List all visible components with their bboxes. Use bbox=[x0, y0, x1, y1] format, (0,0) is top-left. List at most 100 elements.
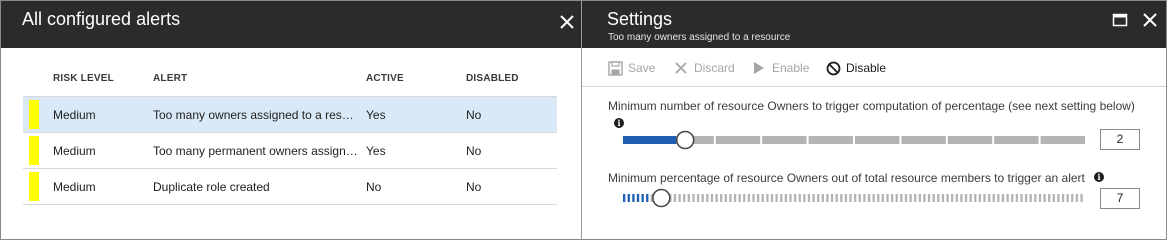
slider-tick bbox=[960, 194, 963, 202]
discard-button[interactable]: Discard bbox=[673, 60, 735, 76]
slider-segment bbox=[947, 136, 993, 144]
alert-name-cell: Duplicate role created bbox=[153, 180, 270, 194]
slider-tick bbox=[1080, 194, 1083, 202]
slider-tick bbox=[738, 194, 741, 202]
slider-tick bbox=[692, 194, 695, 202]
slider-tick bbox=[997, 194, 1000, 202]
slider-tick bbox=[1020, 194, 1023, 202]
discard-label: Discard bbox=[694, 61, 735, 75]
alerts-table: RISK LEVEL ALERT ACTIVE DISABLED Medium … bbox=[23, 63, 557, 205]
slider-tick bbox=[914, 194, 917, 202]
slider-tick bbox=[724, 194, 727, 202]
enable-label: Enable bbox=[772, 61, 810, 75]
alerts-blade: All configured alerts RISK LEVEL ALERT A… bbox=[1, 1, 581, 239]
slider-thumb[interactable] bbox=[652, 188, 671, 208]
slider-tick bbox=[636, 194, 640, 202]
slider-tick bbox=[867, 194, 871, 202]
slider-tick bbox=[715, 194, 718, 202]
close-icon bbox=[1143, 13, 1157, 27]
slider-tick bbox=[673, 194, 677, 202]
info-icon[interactable]: i bbox=[614, 118, 624, 128]
risk-level-cell: Medium bbox=[53, 108, 96, 122]
slider-tick bbox=[752, 194, 755, 202]
close-settings-blade-button[interactable] bbox=[1139, 9, 1161, 31]
slider-tick bbox=[927, 194, 931, 202]
slider-tick bbox=[641, 194, 644, 202]
save-button[interactable]: Save bbox=[607, 60, 655, 76]
settings-blade-header: Settings Too many owners assigned to a r… bbox=[582, 1, 1166, 48]
slider-tick bbox=[900, 194, 903, 202]
alerts-blade-header: All configured alerts bbox=[1, 1, 581, 48]
slider-tick bbox=[775, 194, 778, 202]
slider-tick bbox=[951, 194, 954, 202]
owner-count-input[interactable]: 2 bbox=[1100, 129, 1140, 150]
maximize-icon bbox=[1112, 13, 1128, 27]
slider-tick bbox=[793, 194, 797, 202]
slider-tick bbox=[1057, 194, 1060, 202]
slider-tick bbox=[623, 194, 626, 202]
slider-tick bbox=[974, 194, 977, 202]
slider-tick bbox=[710, 194, 714, 202]
alert-name-cell: Too many owners assigned to a resource bbox=[153, 108, 358, 122]
command-bar: Save Discard Enable Disable bbox=[582, 49, 1166, 87]
info-icon[interactable]: i bbox=[1094, 172, 1104, 182]
close-alerts-blade-button[interactable] bbox=[556, 11, 578, 33]
settings-blade-title: Settings bbox=[607, 9, 673, 29]
table-row[interactable]: Medium Too many owners assigned to a res… bbox=[23, 97, 557, 133]
slider-segment bbox=[808, 136, 853, 144]
slider-segment bbox=[762, 136, 807, 144]
slider-tick bbox=[706, 194, 709, 202]
slider-tick bbox=[987, 194, 991, 202]
disabled-cell: No bbox=[466, 108, 482, 122]
column-active[interactable]: ACTIVE bbox=[366, 73, 404, 84]
slider-thumb[interactable] bbox=[675, 130, 695, 150]
slider-fill bbox=[623, 136, 677, 144]
settings-blade: Settings Too many owners assigned to a r… bbox=[582, 1, 1166, 239]
slider-tick bbox=[770, 194, 774, 202]
slider-tick bbox=[821, 194, 824, 202]
risk-level-cell: Medium bbox=[53, 180, 96, 194]
column-risk-level[interactable]: RISK LEVEL bbox=[53, 73, 114, 84]
slider-tick bbox=[1071, 194, 1074, 202]
table-row[interactable]: Medium Too many permanent owners assigne… bbox=[23, 133, 557, 169]
slider-tick bbox=[964, 194, 968, 202]
discard-icon bbox=[673, 60, 689, 76]
slider-tick bbox=[886, 194, 889, 202]
slider-tick bbox=[840, 194, 843, 202]
slider-tick bbox=[992, 194, 995, 202]
slider-tick bbox=[946, 194, 949, 202]
slider-tick bbox=[918, 194, 921, 202]
slider-tick bbox=[803, 194, 806, 202]
disable-button[interactable]: Disable bbox=[825, 60, 886, 76]
slider-tick bbox=[627, 194, 630, 202]
slider-tick bbox=[701, 194, 704, 202]
maximize-button[interactable] bbox=[1112, 13, 1128, 27]
disable-label: Disable bbox=[846, 61, 887, 75]
enable-button[interactable]: Enable bbox=[751, 60, 809, 76]
slider-tick bbox=[872, 194, 875, 202]
owner-count-slider[interactable] bbox=[623, 130, 1088, 150]
slider-tick bbox=[1061, 194, 1065, 202]
slider-tick bbox=[844, 194, 848, 202]
slider-tick bbox=[826, 194, 829, 202]
slider-tick bbox=[1043, 194, 1046, 202]
slider-tick bbox=[932, 194, 935, 202]
slider-tick bbox=[904, 194, 908, 202]
slider-tick bbox=[895, 194, 898, 202]
slider-tick bbox=[881, 194, 885, 202]
table-row[interactable]: Medium Duplicate role created No No bbox=[23, 169, 557, 205]
slider-tick bbox=[854, 194, 857, 202]
column-alert[interactable]: ALERT bbox=[153, 73, 187, 84]
owner-percentage-input[interactable]: 7 bbox=[1100, 188, 1140, 209]
slider-tick bbox=[835, 194, 838, 202]
slider-tick bbox=[890, 194, 894, 202]
risk-indicator bbox=[29, 100, 39, 129]
slider-tick bbox=[761, 194, 764, 202]
owner-percentage-slider[interactable] bbox=[623, 188, 1088, 208]
slider-tick bbox=[877, 194, 880, 202]
slider-tick bbox=[941, 194, 945, 202]
slider-segment bbox=[855, 136, 900, 144]
slider-tick bbox=[632, 194, 635, 202]
column-disabled[interactable]: DISABLED bbox=[466, 73, 519, 84]
slider-tick bbox=[978, 194, 982, 202]
